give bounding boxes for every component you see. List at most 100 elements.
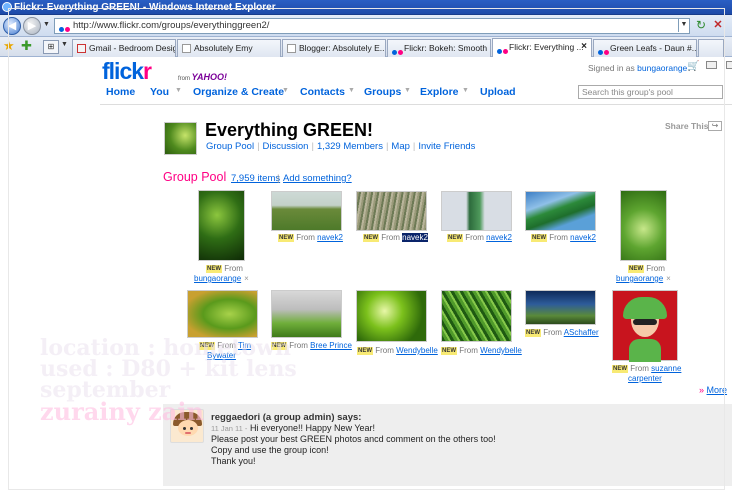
new-tab-button[interactable] — [698, 39, 724, 57]
from-yahoo: from YAHOO! — [178, 72, 227, 82]
tab-flickr-bokeh[interactable]: Flickr: Bokeh: Smooth ... — [387, 39, 491, 57]
watermark-line: location : hometown — [40, 335, 292, 361]
chevron-down-icon[interactable]: ▼ — [282, 87, 289, 94]
signed-in-status: Signed in as bungaorange — [588, 63, 687, 73]
tab-list-dropdown[interactable]: ▼ — [61, 41, 68, 48]
photo-caption: NEW From Wendybelle — [357, 346, 438, 356]
flickr-logo[interactable]: flickr — [102, 58, 152, 84]
photo-owner-link[interactable]: navek2 — [570, 233, 596, 242]
tab-blogger[interactable]: Blogger: Absolutely E... — [282, 39, 386, 57]
nav-groups[interactable]: Groups — [364, 86, 401, 98]
photo-owner-link[interactable]: carpenter — [628, 374, 662, 383]
share-this-button[interactable]: Share This — [665, 121, 708, 131]
photo-caption: NEW From Tim — [199, 341, 251, 351]
stop-button[interactable]: ✕ — [711, 18, 725, 33]
refresh-button[interactable]: ↻ — [694, 18, 708, 33]
nav-upload[interactable]: Upload — [480, 86, 516, 98]
pool-photo[interactable] — [525, 290, 596, 325]
chevron-down-icon[interactable]: ▼ — [348, 87, 355, 94]
tab-label: Flickr: Everything ... — [509, 42, 584, 52]
photo-owner-link[interactable]: Tim — [238, 341, 251, 350]
pool-photo[interactable] — [271, 191, 342, 231]
photo-caption: NEW From ASchaffer — [525, 328, 599, 338]
photo-owner-link[interactable]: bungaorange — [616, 274, 663, 283]
pool-photo[interactable] — [620, 190, 667, 261]
tab-green-leafs[interactable]: Green Leafs - Daun #... — [593, 39, 697, 57]
flickr-icon — [497, 43, 508, 54]
pool-photo[interactable] — [356, 191, 427, 231]
add-favorite-icon[interactable]: ✚ — [21, 39, 32, 53]
pool-photo[interactable] — [612, 290, 678, 362]
photo-owner-link[interactable]: navek2 — [402, 233, 428, 242]
pool-photo[interactable] — [187, 290, 258, 338]
from-label: From — [549, 233, 568, 242]
new-badge: NEW — [525, 329, 541, 337]
cart-icon[interactable]: 🛒 — [687, 61, 699, 72]
ie-icon — [2, 2, 12, 12]
page-icon — [182, 44, 191, 53]
signed-in-user[interactable]: bungaorange — [637, 63, 687, 73]
mail-icon[interactable] — [706, 61, 717, 69]
logo-text-blue: flick — [102, 58, 144, 84]
flickr-icon — [598, 44, 609, 55]
address-bar[interactable]: http://www.flickr.com/groups/everythingg… — [54, 18, 690, 34]
nav-organize-create[interactable]: Organize & Create — [193, 86, 284, 98]
remove-photo-icon[interactable]: × — [244, 274, 249, 283]
more-link[interactable]: » More — [699, 385, 727, 395]
photo-owner-link[interactable]: Bywater — [207, 351, 236, 360]
avatar[interactable] — [170, 409, 204, 443]
group-pool-search-input[interactable]: Search this group's pool — [578, 85, 723, 99]
help-icon[interactable] — [726, 61, 732, 69]
link-map[interactable]: Map — [391, 141, 409, 152]
new-badge: NEW — [441, 347, 457, 355]
photo-caption: NEW From navek2 — [363, 233, 428, 243]
photo-owner-link[interactable]: ASchaffer — [564, 328, 599, 337]
tab-gmail[interactable]: Gmail - Bedroom Desig... — [72, 39, 176, 57]
chevron-down-icon[interactable]: ▼ — [404, 87, 411, 94]
pool-photo[interactable] — [441, 290, 512, 342]
photo-owner-link[interactable]: Bree Prince — [310, 341, 352, 350]
chevron-down-icon[interactable]: ▼ — [462, 87, 469, 94]
pool-count-link[interactable]: 7,959 items — [231, 173, 280, 184]
quick-tabs-button[interactable]: ⊞ — [43, 40, 59, 54]
forward-button[interactable]: ▶ — [23, 17, 41, 35]
photo-caption: carpenter — [628, 374, 662, 384]
pool-photo[interactable] — [198, 190, 245, 261]
pool-photo[interactable] — [525, 191, 596, 231]
link-invite-friends[interactable]: Invite Friends — [418, 141, 475, 152]
favorites-star-icon[interactable]: ★ — [3, 39, 15, 53]
link-group-pool[interactable]: Group Pool — [206, 141, 254, 152]
nav-home[interactable]: Home — [106, 86, 135, 98]
from-label: From — [543, 328, 562, 337]
address-dropdown[interactable]: ▼ — [678, 18, 689, 32]
link-discussion[interactable]: Discussion — [263, 141, 309, 152]
back-button[interactable]: ◀ — [3, 17, 21, 35]
photo-owner-link[interactable]: bungaorange — [194, 274, 241, 283]
nav-explore[interactable]: Explore — [420, 86, 459, 98]
watermark-line: september — [40, 377, 171, 403]
recent-pages-dropdown[interactable]: ▼ — [43, 21, 50, 28]
photo-owner-link[interactable]: Wendybelle — [480, 346, 522, 355]
from-label: From — [465, 233, 484, 242]
photo-owner-link[interactable]: Wendybelle — [396, 346, 438, 355]
add-something-link[interactable]: Add something? — [283, 173, 352, 184]
share-arrow-icon[interactable]: ↪ — [708, 121, 722, 131]
tab-absolutely-emy[interactable]: Absolutely Emy — [177, 39, 281, 57]
photo-owner-link[interactable]: navek2 — [486, 233, 512, 242]
photo-owner-link[interactable]: suzanne — [651, 364, 681, 373]
nav-contacts[interactable]: Contacts — [300, 86, 345, 98]
admin-message: 11 Jan 11 - Hi everyone!! Happy New Year… — [211, 423, 496, 467]
watermark-line: used : D80 + kit lens — [40, 356, 297, 382]
pool-photo[interactable] — [271, 290, 342, 338]
remove-photo-icon[interactable]: × — [666, 274, 671, 283]
pool-separator: | — [277, 173, 280, 184]
chevron-down-icon[interactable]: ▼ — [175, 87, 182, 94]
pool-photo[interactable] — [356, 290, 427, 342]
link-members[interactable]: 1,329 Members — [317, 141, 383, 152]
photo-owner-link[interactable]: navek2 — [317, 233, 343, 242]
close-tab-icon[interactable]: × — [581, 39, 587, 55]
tab-flickr-everything-green[interactable]: Flickr: Everything ... × — [492, 38, 592, 57]
nav-divider — [100, 104, 732, 105]
nav-you[interactable]: You — [150, 86, 169, 98]
pool-photo[interactable] — [441, 191, 512, 231]
